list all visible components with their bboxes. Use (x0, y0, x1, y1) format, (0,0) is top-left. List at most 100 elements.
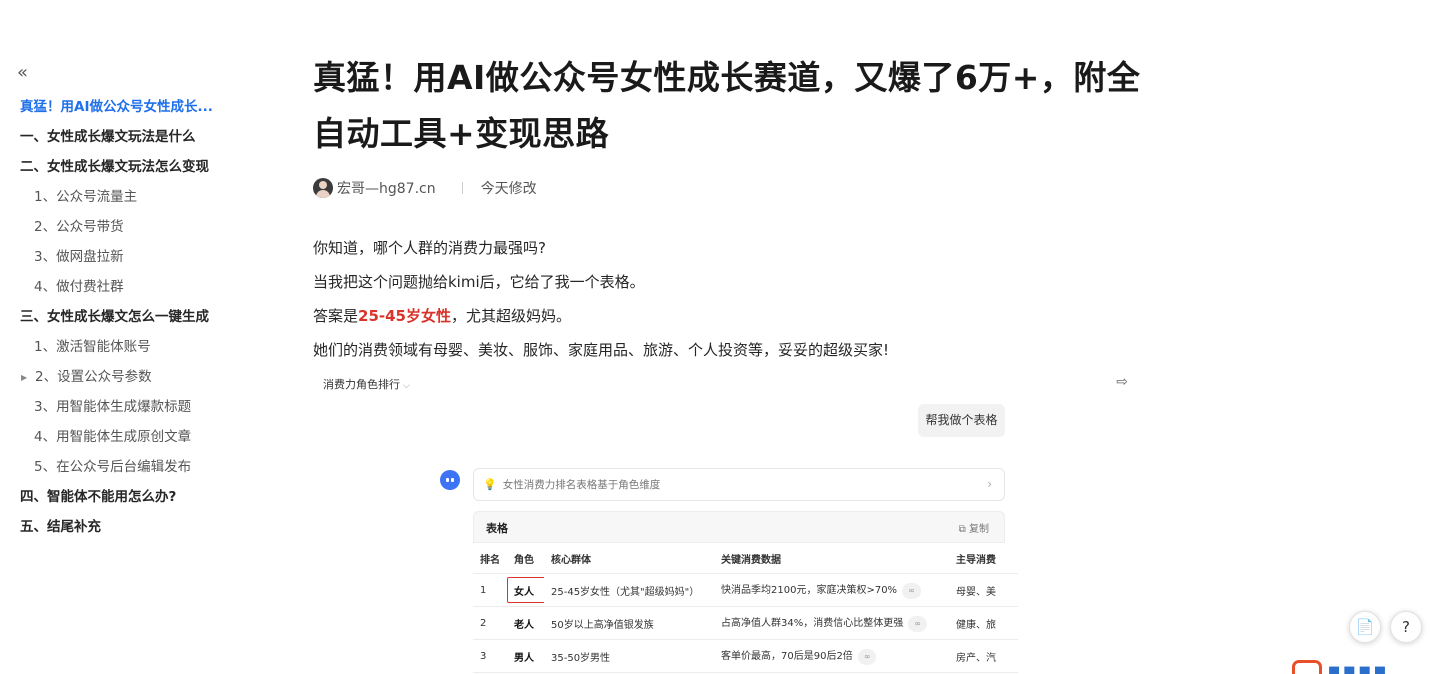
suggestion-prompt: 💡 女性消费力排名表格基于角色维度 › (473, 468, 1005, 501)
paragraph: 你知道，哪个人群的消费力最强吗? (313, 239, 546, 257)
toc-item[interactable]: 5、在公众号后台编辑发布 (0, 452, 280, 482)
toc-item-label: 一、女性成长爆文玩法是什么 (20, 129, 196, 145)
table-column-header: 核心群体 (544, 543, 714, 574)
cell-text: 35-50岁男性 (551, 652, 611, 664)
help-icon[interactable]: ? (1390, 611, 1422, 643)
chat-title: 消费力角色排行 ⌵ (323, 376, 410, 392)
cell-text: 男人 (514, 652, 534, 664)
cell-text: 老人 (514, 619, 534, 631)
collapse-toc-icon[interactable]: « (17, 64, 28, 82)
highlight-box (507, 577, 544, 603)
toc-item[interactable]: 四、智能体不能用怎么办? (0, 482, 280, 512)
paragraph: 答案是25-45岁女性，尤其超级妈妈。 (313, 299, 1143, 333)
toc-item-label: 5、在公众号后台编辑发布 (34, 459, 192, 475)
table-label: 表格 (486, 522, 508, 535)
consumption-table: 排名 角色 核心群体 关键消费数据 主导消费 1 女人 25-45岁女性（尤其"超级妈妈"）… (473, 543, 1018, 673)
cell-text: 客单价最高，70后是90后2倍 (721, 651, 853, 662)
modified-time: 今天修改 (480, 181, 537, 197)
table-row: 3 男人 35-50岁男性 客单价最高，70后是90后2倍 ∞ 房产、汽 (473, 639, 1018, 673)
table-card-header: 表格 ⧉ 复制 (473, 511, 1005, 543)
toc-item[interactable]: 3、用智能体生成爆款标题 (0, 392, 280, 422)
meta-divider (461, 182, 463, 194)
chevron-down-icon: ⌵ (403, 381, 410, 391)
logo-text: ■■■■ (1328, 664, 1390, 674)
table-cell-group: 50岁以上高净值银发族 (544, 606, 714, 640)
toc-item[interactable]: 1、公众号流量主 (0, 182, 280, 212)
toc-item[interactable]: 三、女性成长爆文怎么一键生成 (0, 302, 280, 332)
embedded-screenshot: 消费力角色排行 ⌵ ⇨ 帮我做个表格 💡 女性消费力排名表格基于角色维度 › 表格 … (313, 366, 1143, 674)
table-card: 表格 ⧉ 复制 排名 角色 核心群体 关键消费数据 主导消费 1 女人 25-45岁女性（尤… (473, 511, 1018, 674)
cell-text: 健康、旅 (956, 619, 996, 631)
table-cell-group: 35-50岁男性 (544, 639, 714, 673)
table-cell-data: 占高净值人群34%，消费信心比整体更强 ∞ (714, 606, 949, 640)
article: 真猛！用AI做公众号女性成长赛道，又爆了6万+，附全自动工具+变现思路 宏哥—h… (313, 50, 1143, 367)
logo-mark (1292, 660, 1322, 674)
article-meta: 宏哥—hg87.cn 今天修改 (313, 176, 1143, 200)
copy-label: 复制 (969, 524, 989, 535)
link-icon: ∞ (902, 583, 921, 599)
cell-text: 母婴、美 (956, 586, 996, 598)
toc-item[interactable]: 真猛！用AI做公众号女性成长... (0, 92, 235, 122)
toc-item[interactable]: 2、公众号带货 (0, 212, 280, 242)
toc-item[interactable]: ▶ 2、设置公众号参数 (0, 362, 280, 392)
table-cell-domain: 母婴、美 (949, 573, 1018, 607)
toc-item-label: 二、女性成长爆文玩法怎么变现 (20, 159, 209, 175)
toc-item[interactable]: 五、结尾补充 (0, 512, 280, 542)
cell-text: 2 (480, 617, 487, 629)
paragraph: 当我把这个问题抛给kimi后，它给了我一个表格。 (313, 273, 645, 291)
table-column-header: 角色 (507, 543, 544, 574)
toc-item-label: 1、公众号流量主 (34, 189, 138, 205)
text-suffix: ，尤其超级妈妈。 (451, 307, 572, 325)
user-message-bubble: 帮我做个表格 (918, 404, 1005, 437)
author-avatar[interactable] (313, 178, 333, 198)
author-name[interactable]: 宏哥—hg87.cn (337, 178, 436, 198)
share-icon: ⇨ (1116, 374, 1128, 390)
table-cell-rank: 2 (473, 606, 507, 640)
article-body: 你知道，哪个人群的消费力最强吗? 当我把这个问题抛给kimi后，它给了我一个表格… (313, 231, 1143, 367)
toc-item-label: 五、结尾补充 (20, 519, 101, 535)
toc-item-label: 1、激活智能体账号 (34, 339, 151, 355)
copy-button: ⧉ 复制 (958, 524, 989, 535)
caret-right-icon[interactable]: ▶ (21, 363, 35, 392)
table-cell-data: 客单价最高，70后是90后2倍 ∞ (714, 639, 949, 673)
toc-item-label: 真猛！用AI做公众号女性成长... (20, 99, 213, 115)
document-icon[interactable]: 📄 (1349, 611, 1381, 643)
toc-item-label: 3、做网盘拉新 (34, 249, 124, 265)
toc-item-label: 4、做付费社群 (34, 279, 124, 295)
link-icon: ∞ (857, 649, 877, 665)
cell-text: 快消品季均2100元，家庭决策权>70% (721, 585, 898, 596)
chat-title-text: 消费力角色排行 (323, 378, 400, 391)
toc-list: 真猛！用AI做公众号女性成长... 一、女性成长爆文玩法是什么 二、女性成长爆文玩法… (0, 92, 280, 542)
toc-item[interactable]: 1、激活智能体账号 (0, 332, 280, 362)
toc-item-label: 四、智能体不能用怎么办? (20, 489, 177, 505)
toc-item[interactable]: 4、做付费社群 (0, 272, 280, 302)
site-logo: ■■■■ (1292, 660, 1440, 674)
toc-item[interactable]: 一、女性成长爆文玩法是什么 (0, 122, 280, 152)
table-row: 1 女人 25-45岁女性（尤其"超级妈妈"） 快消品季均2100元，家庭决策权>70… (473, 573, 1018, 607)
toc-item-label: 三、女性成长爆文怎么一键生成 (20, 309, 209, 325)
table-body: 1 女人 25-45岁女性（尤其"超级妈妈"） 快消品季均2100元，家庭决策权>70… (473, 573, 1018, 673)
cell-text: 50岁以上高净值银发族 (551, 619, 654, 631)
table-column-header: 排名 (473, 543, 507, 574)
toc-item-label: 2、设置公众号参数 (35, 369, 152, 385)
cell-text: 3 (480, 650, 487, 662)
toc-item[interactable]: 二、女性成长爆文玩法怎么变现 (0, 152, 280, 182)
table-cell-domain: 房产、汽 (949, 639, 1018, 673)
toc-item[interactable]: 4、用智能体生成原创文章 (0, 422, 280, 452)
link-icon: ∞ (908, 616, 927, 632)
lightbulb-icon: 💡 (483, 478, 497, 491)
cell-text: 房产、汽 (956, 652, 996, 664)
table-header-row: 排名 角色 核心群体 关键消费数据 主导消费 (473, 543, 1018, 574)
toc-item-label: 3、用智能体生成爆款标题 (34, 399, 192, 415)
table-cell-rank: 3 (473, 639, 507, 673)
bot-avatar-icon (440, 470, 460, 490)
table-row: 2 老人 50岁以上高净值银发族 占高净值人群34%，消费信心比整体更强 ∞ 健康、旅 (473, 606, 1018, 640)
table-cell-role: 女人 (507, 573, 544, 607)
table-cell-group: 25-45岁女性（尤其"超级妈妈"） (544, 573, 714, 607)
highlight-text: 25-45岁女性 (358, 307, 451, 325)
paragraph: 她们的消费领域有母婴、美妆、服饰、家庭用品、旅游、个人投资等，妥妥的超级买家! (313, 341, 890, 359)
toc-item[interactable]: 3、做网盘拉新 (0, 242, 280, 272)
table-cell-domain: 健康、旅 (949, 606, 1018, 640)
table-cell-role: 老人 (507, 606, 544, 640)
table-column-header: 关键消费数据 (714, 543, 949, 574)
